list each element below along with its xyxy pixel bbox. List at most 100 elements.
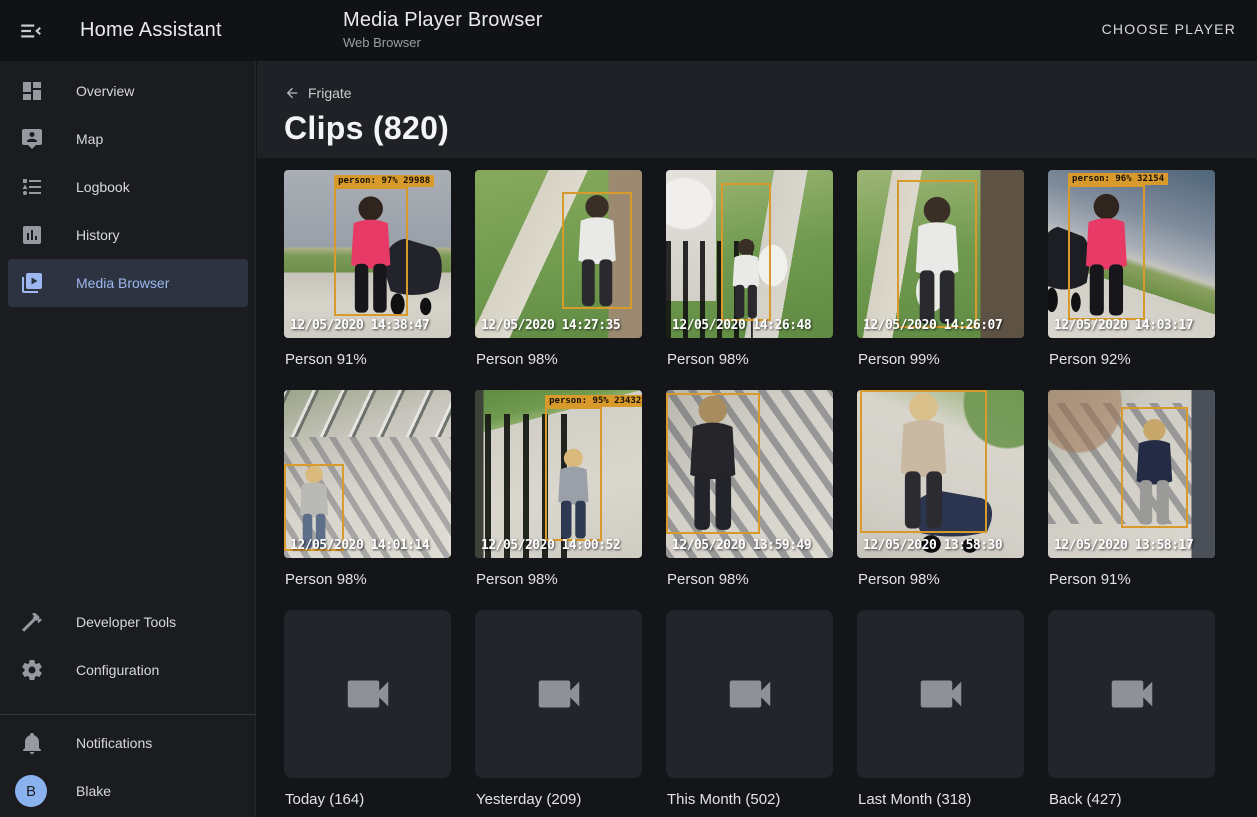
clip-timestamp: 12/05/2020 14:01:14: [290, 538, 429, 553]
clip-caption: Person 91%: [1048, 571, 1215, 588]
video-camera-icon: [1105, 667, 1159, 721]
clip-thumbnail[interactable]: 12/05/2020 13:59:49: [666, 390, 833, 558]
sidebar-item-label: Configuration: [76, 662, 159, 678]
sidebar-item-map[interactable]: Map: [0, 115, 256, 163]
folder-caption: Last Month (318): [857, 791, 1024, 808]
clip-thumbnail[interactable]: 12/05/2020 14:27:35: [475, 170, 642, 338]
clip-timestamp: 12/05/2020 13:59:49: [672, 538, 811, 553]
choose-player-button[interactable]: CHOOSE PLAYER: [1102, 21, 1236, 37]
breadcrumb[interactable]: Frigate: [284, 85, 352, 101]
breadcrumb-label: Frigate: [308, 85, 352, 101]
sidebar-item-label: Notifications: [76, 735, 152, 751]
detection-box: [721, 183, 771, 321]
folder-caption: Today (164): [284, 791, 451, 808]
sidebar-item-logbook[interactable]: Logbook: [0, 163, 256, 211]
folder-caption: Back (427): [1048, 791, 1215, 808]
folder-thumbnail[interactable]: [666, 610, 833, 778]
sidebar-item-label: Overview: [76, 83, 134, 99]
folder-item[interactable]: Back (427): [1048, 610, 1215, 817]
clip-thumbnail[interactable]: person: 97% 29988 12/05/2020 14:38:47: [284, 170, 451, 338]
detection-box: [1121, 407, 1188, 528]
folder-item[interactable]: This Month (502): [666, 610, 833, 817]
clip-item[interactable]: 12/05/2020 13:58:30 Person 98%: [857, 390, 1024, 610]
main-content: Frigate Clips (820) person: 97% 29988 12…: [257, 61, 1257, 817]
clip-timestamp: 12/05/2020 14:03:17: [1054, 318, 1193, 333]
clip-thumbnail[interactable]: 12/05/2020 13:58:17: [1048, 390, 1215, 558]
clip-item[interactable]: person: 97% 29988 12/05/2020 14:38:47 Pe…: [284, 170, 451, 390]
page-header-titles: Media Player Browser Web Browser: [343, 9, 543, 50]
detection-box: [562, 192, 632, 310]
folder-thumbnail[interactable]: [857, 610, 1024, 778]
clip-caption: Person 92%: [1048, 351, 1215, 368]
clip-caption: Person 91%: [284, 351, 451, 368]
app-title: Home Assistant: [80, 0, 222, 61]
clip-item[interactable]: 12/05/2020 13:58:17 Person 91%: [1048, 390, 1215, 610]
sidebar-item-label: Map: [76, 131, 103, 147]
detection-label: person: 96% 32154: [1068, 173, 1168, 185]
video-camera-icon: [532, 667, 586, 721]
clip-thumbnail[interactable]: 12/05/2020 14:01:14: [284, 390, 451, 558]
clip-caption: Person 99%: [857, 351, 1024, 368]
folder-item[interactable]: Today (164): [284, 610, 451, 817]
clips-grid: person: 97% 29988 12/05/2020 14:38:47 Pe…: [284, 170, 1215, 817]
sidebar-item-notifications[interactable]: Notifications: [0, 719, 256, 767]
clip-item[interactable]: 12/05/2020 14:26:48 Person 98%: [666, 170, 833, 390]
detection-label: person: 97% 29988: [334, 175, 434, 187]
folder-thumbnail[interactable]: [475, 610, 642, 778]
video-camera-icon: [723, 667, 777, 721]
clip-item[interactable]: 12/05/2020 14:27:35 Person 98%: [475, 170, 642, 390]
detection-box: [860, 390, 987, 533]
gear-icon: [20, 658, 44, 682]
sidebar-item-overview[interactable]: Overview: [0, 67, 256, 115]
sidebar-divider: [0, 714, 255, 715]
hammer-icon: [20, 610, 44, 634]
detection-box: [334, 187, 407, 316]
clip-thumbnail[interactable]: 12/05/2020 14:26:48: [666, 170, 833, 338]
clip-timestamp: 12/05/2020 13:58:17: [1054, 538, 1193, 553]
sidebar-item-history[interactable]: History: [0, 211, 256, 259]
sidebar-item-configuration[interactable]: Configuration: [0, 646, 256, 694]
sidebar: Overview Map Logbook History Media Brows…: [0, 61, 256, 817]
folder-thumbnail[interactable]: [1048, 610, 1215, 778]
media-browser-header: Frigate Clips (820): [257, 61, 1257, 158]
clip-item[interactable]: 12/05/2020 13:59:49 Person 98%: [666, 390, 833, 610]
detection-label: person: 95% 23432: [545, 395, 642, 407]
menu-collapse-icon: [18, 18, 44, 44]
clip-timestamp: 12/05/2020 14:26:07: [863, 318, 1002, 333]
clip-item[interactable]: 12/05/2020 14:26:07 Person 99%: [857, 170, 1024, 390]
media-browser-icon: [20, 271, 44, 295]
folder-item[interactable]: Last Month (318): [857, 610, 1024, 817]
sidebar-item-developer-tools[interactable]: Developer Tools: [0, 598, 256, 646]
dashboard-icon: [20, 79, 44, 103]
sidebar-item-label: Logbook: [76, 179, 130, 195]
clip-item[interactable]: person: 96% 32154 12/05/2020 14:03:17 Pe…: [1048, 170, 1215, 390]
section-title: Clips (820): [284, 110, 1257, 147]
clip-thumbnail[interactable]: 12/05/2020 14:26:07: [857, 170, 1024, 338]
detection-box: [545, 407, 602, 541]
folder-caption: This Month (502): [666, 791, 833, 808]
sidebar-item-user[interactable]: B Blake: [0, 767, 256, 815]
sidebar-item-media-browser[interactable]: Media Browser: [8, 259, 248, 307]
page-title: Media Player Browser: [343, 9, 543, 32]
detection-box: [897, 180, 977, 328]
clip-timestamp: 12/05/2020 13:58:30: [863, 538, 1002, 553]
clip-caption: Person 98%: [666, 571, 833, 588]
history-chart-icon: [20, 223, 44, 247]
folder-item[interactable]: Yesterday (209): [475, 610, 642, 817]
clip-timestamp: 12/05/2020 14:27:35: [481, 318, 620, 333]
folder-thumbnail[interactable]: [284, 610, 451, 778]
collapse-sidebar-button[interactable]: [18, 18, 44, 44]
detection-box: [666, 393, 760, 534]
folder-caption: Yesterday (209): [475, 791, 642, 808]
sidebar-item-label: Developer Tools: [76, 614, 176, 630]
clip-caption: Person 98%: [284, 571, 451, 588]
clip-thumbnail[interactable]: person: 95% 23432 12/05/2020 14:00:52: [475, 390, 642, 558]
back-arrow-icon: [284, 85, 300, 101]
clip-item[interactable]: 12/05/2020 14:01:14 Person 98%: [284, 390, 451, 610]
clip-thumbnail[interactable]: 12/05/2020 13:58:30: [857, 390, 1024, 558]
clip-item[interactable]: person: 95% 23432 12/05/2020 14:00:52 Pe…: [475, 390, 642, 610]
user-name-label: Blake: [76, 783, 111, 799]
video-camera-icon: [341, 667, 395, 721]
clip-caption: Person 98%: [666, 351, 833, 368]
clip-thumbnail[interactable]: person: 96% 32154 12/05/2020 14:03:17: [1048, 170, 1215, 338]
